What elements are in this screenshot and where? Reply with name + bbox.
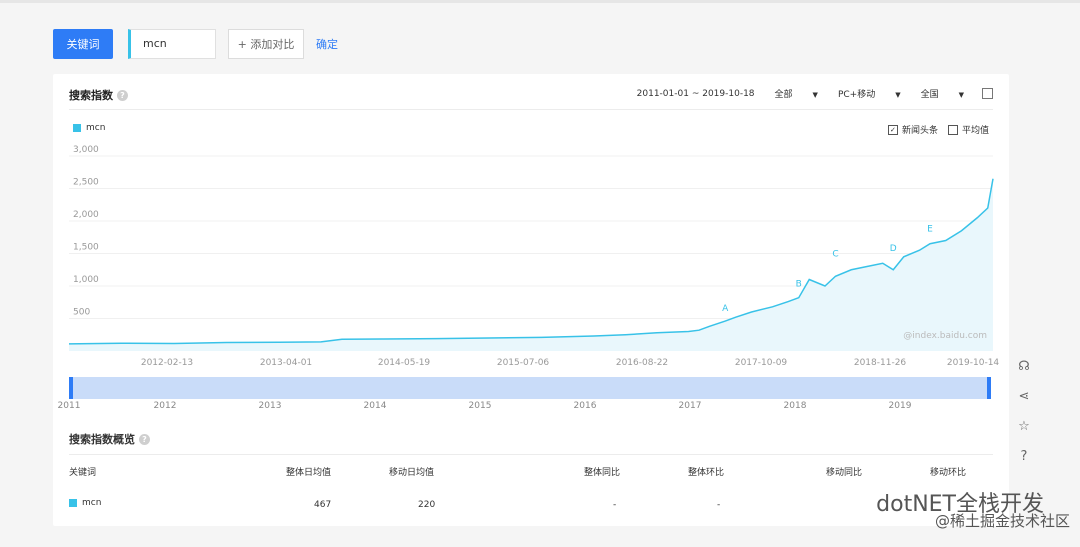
year-label: 2012	[153, 401, 177, 411]
slider-handle-left[interactable]	[69, 377, 73, 399]
annotation-label[interactable]: E	[927, 224, 933, 234]
time-range-slider[interactable]	[69, 377, 991, 399]
x-tick-label: 2017-10-09	[735, 358, 788, 368]
year-label: 2016	[573, 401, 597, 411]
annotation-label[interactable]: A	[722, 304, 729, 314]
x-tick-label: 2019-10-14	[947, 358, 1000, 368]
row-overall-avg: 467	[314, 500, 332, 510]
keyword-swatch	[69, 499, 77, 507]
header-mobile-avg: 移动日均值	[389, 468, 435, 478]
y-tick-label: 1,000	[73, 275, 99, 285]
share-icon[interactable]: ⋖	[1015, 388, 1033, 406]
x-tick-label: 2013-04-01	[260, 358, 312, 368]
year-label: 2014	[363, 401, 387, 411]
summary-title: 搜索指数概览 ?	[69, 431, 150, 447]
row-keyword-text: mcn	[82, 498, 102, 508]
x-tick-label: 2015-07-06	[497, 358, 550, 368]
row-overall-mom: -	[717, 500, 721, 510]
row-mobile-avg: 220	[418, 500, 436, 510]
keyword-button[interactable]: 关键词	[53, 29, 113, 59]
x-tick-label: 2016-08-22	[616, 358, 668, 368]
y-tick-label: 500	[73, 308, 90, 318]
header-keyword: 关键词	[69, 468, 97, 478]
header-mobile-yoy: 移动同比	[826, 468, 863, 478]
trend-chart[interactable]: 3,000 2,500 2,000 1,500 1,000 500 A B C D E 2012-02…	[53, 74, 1009, 374]
top-border	[0, 0, 1080, 3]
add-compare-button[interactable]: + 添加对比	[228, 29, 304, 59]
year-axis: 2011 2012 2013 2014 2015 2016 2017 2018 2019	[53, 401, 1009, 415]
y-tick-label: 2,000	[73, 210, 99, 220]
divider	[69, 454, 993, 455]
row-overall-yoy: -	[613, 500, 617, 510]
help-icon[interactable]: ?	[139, 433, 150, 445]
y-tick-label: 2,500	[73, 178, 99, 188]
confirm-link[interactable]: 确定	[316, 36, 338, 52]
star-icon[interactable]: ☆	[1015, 418, 1033, 436]
keyword-input[interactable]: mcn	[128, 29, 216, 59]
slider-handle-right[interactable]	[987, 377, 991, 399]
series-area	[69, 178, 993, 351]
annotation-label[interactable]: D	[890, 244, 897, 254]
header-overall-yoy: 整体同比	[584, 468, 621, 478]
year-label: 2018	[783, 401, 807, 411]
y-tick-label: 1,500	[73, 243, 99, 253]
annotation-label[interactable]: C	[832, 250, 838, 260]
watermark-subtitle: @稀土掘金技术社区	[934, 512, 1070, 530]
summary-title-text: 搜索指数概览	[69, 433, 135, 446]
help-circle-icon[interactable]: ?	[1015, 448, 1033, 466]
row-keyword: mcn	[69, 498, 101, 508]
x-tick-label: 2014-05-19	[378, 358, 431, 368]
keyword-toolbar: 关键词 mcn + 添加对比 确定	[53, 29, 338, 59]
header-mobile-mom: 移动环比	[930, 468, 967, 478]
headset-icon[interactable]: ☊	[1015, 358, 1033, 376]
chart-watermark: @index.baidu.com	[903, 331, 987, 341]
year-label: 2017	[678, 401, 702, 411]
header-overall-mom: 整体环比	[688, 468, 725, 478]
y-tick-label: 3,000	[73, 145, 99, 155]
year-label: 2013	[258, 401, 282, 411]
x-tick-label: 2018-11-26	[854, 358, 907, 368]
annotation-label[interactable]: B	[796, 280, 802, 290]
year-label: 2015	[468, 401, 492, 411]
search-index-card: 搜索指数 ? 2011-01-01 ~ 2019-10-18 全部 ▼ PC+移动…	[53, 74, 1009, 526]
side-toolbar: ☊ ⋖ ☆ ?	[1010, 358, 1038, 478]
year-label: 2019	[888, 401, 912, 411]
x-tick-label: 2012-02-13	[141, 358, 193, 368]
year-label: 2011	[57, 401, 81, 411]
header-overall-avg: 整体日均值	[286, 468, 332, 478]
